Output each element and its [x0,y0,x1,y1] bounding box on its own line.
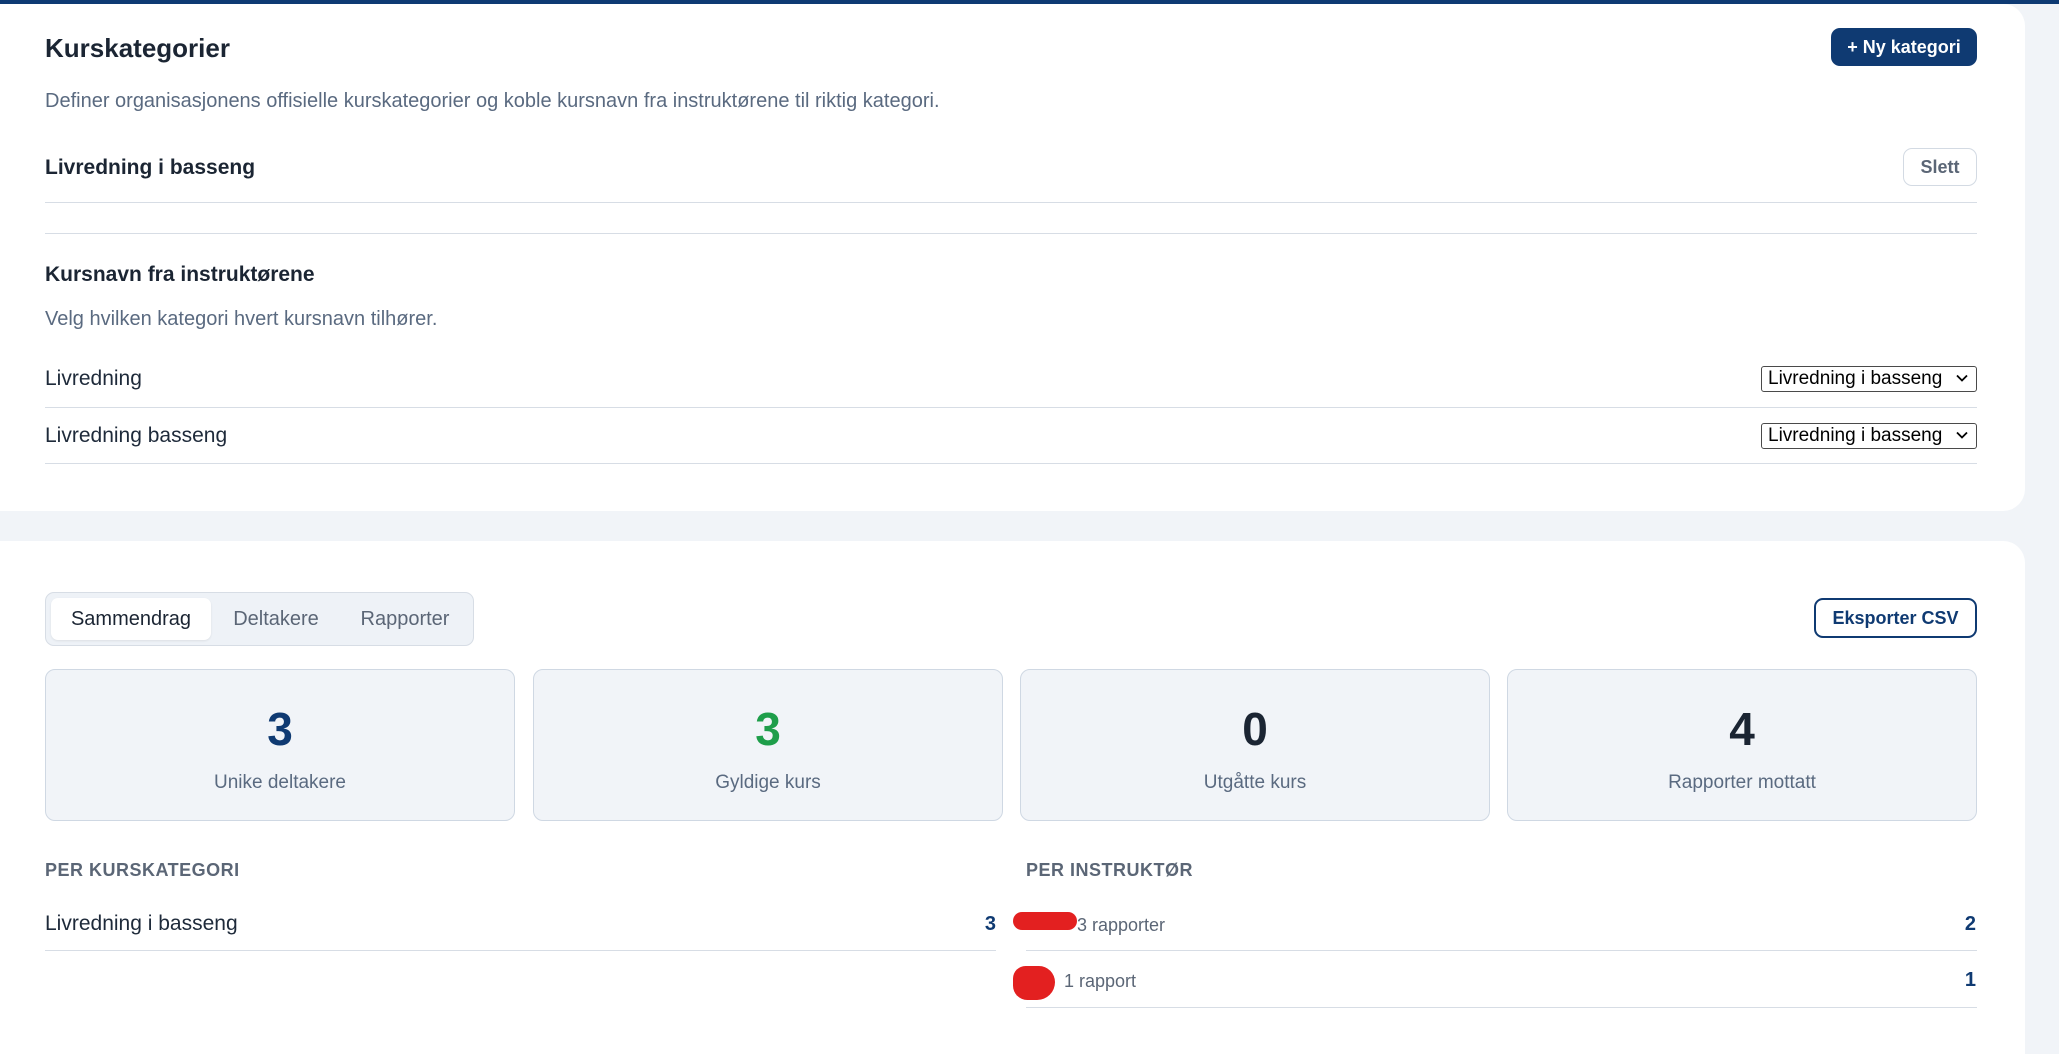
stat-unique-participants: 3 Unike deltakere [45,669,515,821]
per-category-heading: PER KURSKATEGORI [45,860,240,880]
instructor-row-value: 2 [1964,913,1976,935]
divider [45,407,1977,408]
new-category-button[interactable]: + Ny kategori [1831,28,1977,66]
divider [1026,950,1977,951]
instructor-row-label: 1 rapport [1064,971,1137,991]
divider [1026,1007,1977,1008]
mapping-title: Kursnavn fra instruktørene [45,263,315,286]
divider [45,950,996,951]
tab-bar: Sammendrag Deltakere Rapporter [45,592,474,646]
tab-reports[interactable]: Rapporter [346,598,464,640]
stat-label: Unike deltakere [213,772,347,793]
export-csv-button[interactable]: Eksporter CSV [1814,598,1977,638]
delete-category-button[interactable]: Slett [1903,148,1977,186]
category-name: Livredning i basseng [45,156,256,179]
stat-value: 4 [1729,703,1755,755]
instructor-row-label: 3 rapporter [1077,915,1166,935]
tab-summary[interactable]: Sammendrag [51,598,211,640]
divider [45,202,1977,203]
stat-reports-received: 4 Rapporter mottatt [1507,669,1977,821]
mapping-description: Velg hvilken kategori hvert kursnavn til… [45,308,438,330]
category-select[interactable]: Livredning i basseng [1761,423,1977,449]
stat-value: 0 [1242,703,1268,755]
chevron-down-icon [1956,431,1968,439]
stat-label: Gyldige kurs [715,772,821,793]
page-title: Kurskategorier [45,33,230,63]
stat-label: Rapporter mottatt [1668,772,1816,793]
category-select-value: Livredning i basseng [1768,425,1943,446]
stat-label: Utgåtte kurs [1203,772,1307,793]
instructor-row-value: 1 [1964,969,1976,991]
category-select-value: Livredning i basseng [1768,368,1943,389]
categories-description: Definer organisasjonens offisielle kursk… [45,90,940,112]
chevron-down-icon [1956,374,1968,382]
divider [45,463,1977,464]
redacted-instructor-name [1013,912,1077,930]
stat-value: 3 [755,703,781,755]
category-row-value: 3 [984,913,996,935]
tab-participants[interactable]: Deltakere [221,598,331,640]
course-categories-card [0,4,2025,511]
course-name-label: Livredning [45,367,142,390]
stat-value: 3 [267,703,293,755]
per-instructor-heading: PER INSTRUKTØR [1026,860,1194,880]
stat-expired-courses: 0 Utgåtte kurs [1020,669,1490,821]
category-row-label: Livredning i basseng [45,912,238,935]
course-name-label: Livredning basseng [45,424,228,447]
redacted-instructor-name [1013,966,1055,1000]
divider [45,233,1977,234]
stat-valid-courses: 3 Gyldige kurs [533,669,1003,821]
category-select[interactable]: Livredning i basseng [1761,366,1977,392]
